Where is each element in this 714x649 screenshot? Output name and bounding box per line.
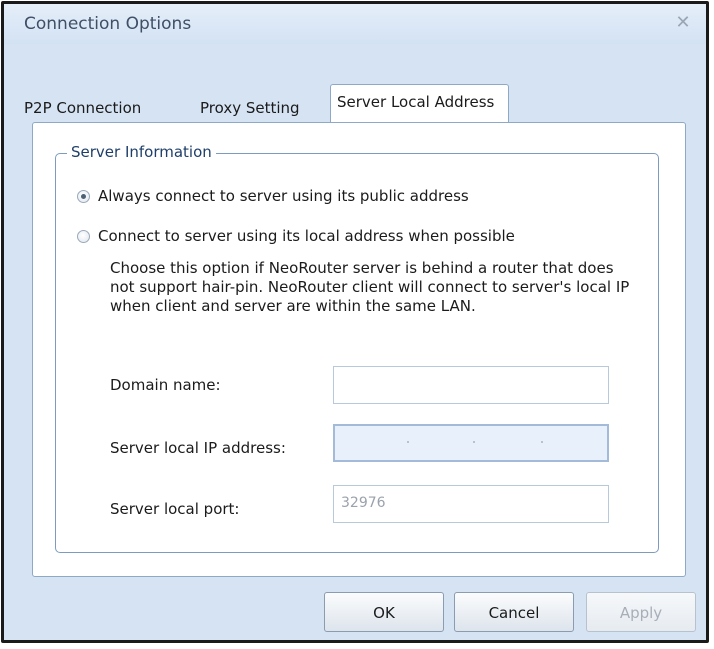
domain-name-input[interactable] [333,366,609,404]
option-public-label: Always connect to server using its publi… [98,187,469,205]
option-local-address[interactable]: Connect to server using its local addres… [77,227,515,245]
tab-strip: P2P Connection Proxy Setting Server Loca… [4,84,706,122]
ok-button[interactable]: OK [324,592,444,632]
option-local-label: Connect to server using its local addres… [98,227,515,245]
tab-proxy-setting[interactable]: Proxy Setting [196,94,304,122]
ip-separator-dot [541,441,543,443]
ip-separator-dot [473,441,475,443]
ip-octet-separators [335,426,607,460]
title-bar: Connection Options ✕ [4,4,706,44]
radio-public-address[interactable] [77,189,90,203]
server-ip-input[interactable] [333,424,609,462]
server-port-input[interactable]: 32976 [333,485,609,523]
option-public-address[interactable]: Always connect to server using its publi… [77,187,469,205]
window-title: Connection Options [24,14,192,34]
close-icon[interactable]: ✕ [672,12,694,34]
tab-panel: Server Information Always connect to ser… [32,122,686,577]
tab-server-local-address[interactable]: Server Local Address [330,84,510,122]
radio-local-address[interactable] [77,229,90,243]
server-port-label: Server local port: [110,500,240,518]
server-ip-label: Server local IP address: [110,439,286,457]
domain-name-label: Domain name: [110,376,221,394]
apply-button[interactable]: Apply [586,592,696,632]
tab-p2p-connection[interactable]: P2P Connection [20,94,145,122]
option-description: Choose this option if NeoRouter server i… [110,259,630,315]
ip-separator-dot [407,441,409,443]
cancel-button[interactable]: Cancel [454,592,574,632]
group-legend: Server Information [67,143,216,161]
connection-options-dialog: Connection Options ✕ P2P Connection Prox… [1,1,709,643]
